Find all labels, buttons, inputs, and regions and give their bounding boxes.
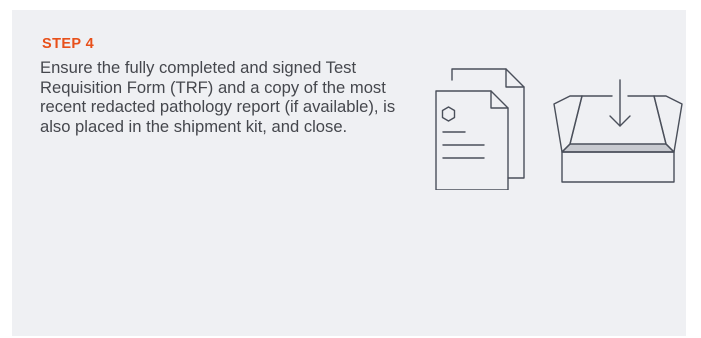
documents-icon — [435, 68, 525, 190]
step-card: STEP 4 Ensure the fully completed and si… — [12, 10, 686, 336]
step-instructions: Ensure the fully completed and signed Te… — [40, 58, 396, 136]
step-label: STEP 4 — [42, 36, 95, 52]
shipment-box-icon — [553, 79, 683, 183]
